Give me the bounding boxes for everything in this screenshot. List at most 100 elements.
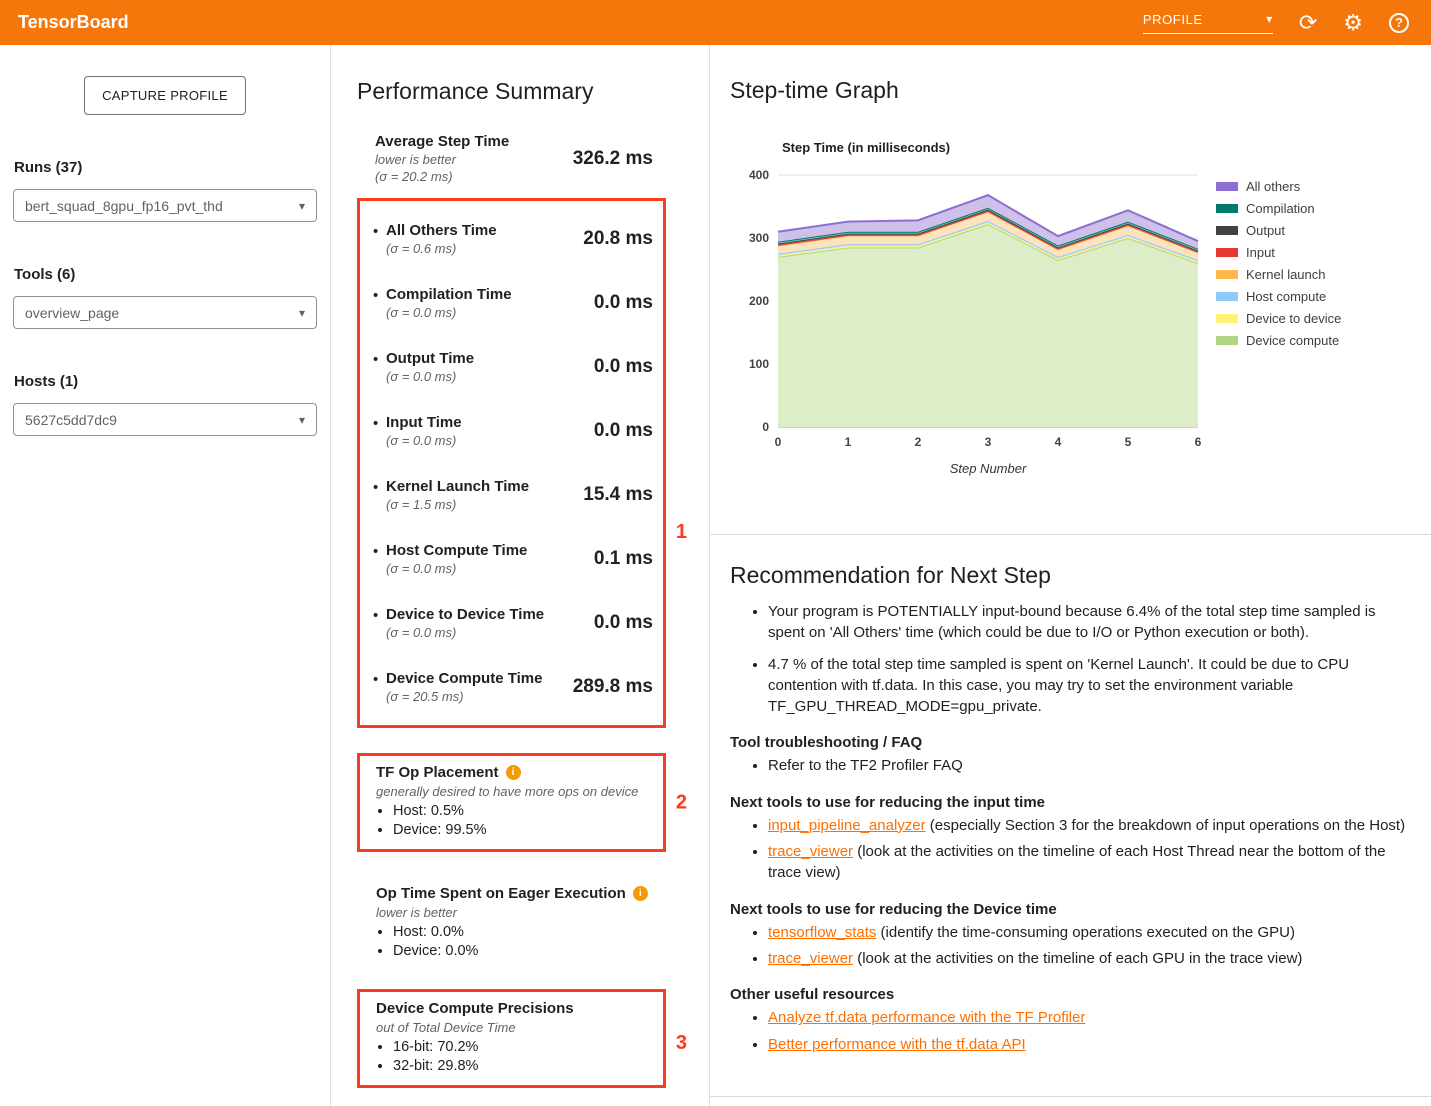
legend-label: Device compute xyxy=(1246,333,1339,348)
chevron-down-icon: ▾ xyxy=(299,199,305,213)
hosts-select-value: 5627c5dd7dc9 xyxy=(25,412,117,428)
section-item-text: (look at the activities on the timeline … xyxy=(768,843,1386,881)
tools-select-value: overview_page xyxy=(25,305,119,321)
legend-swatch-icon xyxy=(1216,182,1238,191)
metric-sigma: (σ = 0.0 ms) xyxy=(386,625,544,640)
legend-swatch-icon xyxy=(1216,204,1238,213)
recommendation-bullet: Your program is POTENTIALLY input-bound … xyxy=(768,601,1407,644)
metric-value: 0.0 ms xyxy=(594,292,653,314)
capture-profile-button[interactable]: CAPTURE PROFILE xyxy=(84,76,246,115)
metric-sigma: (σ = 0.6 ms) xyxy=(386,241,497,256)
recommendation-bullet: 4.7 % of the total step time sampled is … xyxy=(768,654,1407,718)
performance-summary-title: Performance Summary xyxy=(357,78,666,105)
annotation-number-1: 1 xyxy=(676,521,687,544)
tensorflow-stats-link[interactable]: tensorflow_stats xyxy=(768,924,876,941)
metric-value: 326.2 ms xyxy=(573,148,653,170)
hosts-select[interactable]: 5627c5dd7dc9 ▾ xyxy=(13,403,317,436)
svg-text:0: 0 xyxy=(762,420,769,434)
metric-row: All Others Time (σ = 0.6 ms) 20.8 ms xyxy=(386,207,653,271)
step-time-graph-card: Step-time Graph Step Time (in millisecon… xyxy=(710,45,1431,535)
legend-label: Compilation xyxy=(1246,201,1315,216)
device-precisions-title: Device Compute Precisions xyxy=(376,1000,574,1017)
metric-row: Input Time (σ = 0.0 ms) 0.0 ms xyxy=(386,399,653,463)
metric-sigma: (σ = 1.5 ms) xyxy=(386,497,529,512)
average-step-time-row: Average Step Time lower is better (σ = 2… xyxy=(357,133,666,184)
legend-swatch-icon xyxy=(1216,314,1238,323)
section-item: tensorflow_stats (identify the time-cons… xyxy=(768,922,1407,943)
metric-value: 0.0 ms xyxy=(594,356,653,378)
legend-swatch-icon xyxy=(1216,336,1238,345)
metric-row: Host Compute Time (σ = 0.0 ms) 0.1 ms xyxy=(386,527,653,591)
legend-label: Device to device xyxy=(1246,311,1341,326)
legend-item-host-compute: Host compute xyxy=(1216,289,1341,304)
eager-execution-block: Op Time Spent on Eager Execution i lower… xyxy=(357,885,666,959)
hosts-label: Hosts (1) xyxy=(14,373,316,390)
metric-sigma: (σ = 0.0 ms) xyxy=(386,369,474,384)
section-item-text: (especially Section 3 for the breakdown … xyxy=(926,817,1405,834)
runs-select[interactable]: bert_squad_8gpu_fp16_pvt_thd ▾ xyxy=(13,189,317,222)
info-icon[interactable]: i xyxy=(506,765,521,780)
performance-summary-panel: Performance Summary Average Step Time lo… xyxy=(331,45,710,1106)
tools-label: Tools (6) xyxy=(14,266,316,283)
eager-device: Device: 0.0% xyxy=(393,943,666,959)
metric-sigma: (σ = 0.0 ms) xyxy=(386,561,527,576)
eager-execution-note: lower is better xyxy=(376,905,666,920)
legend-item-device-compute: Device compute xyxy=(1216,333,1341,348)
metric-value: 289.8 ms xyxy=(573,676,653,698)
chevron-down-icon: ▾ xyxy=(1266,12,1273,26)
svg-text:0: 0 xyxy=(775,435,782,449)
sidebar: CAPTURE PROFILE Runs (37) bert_squad_8gp… xyxy=(0,45,331,1106)
section-item: trace_viewer (look at the activities on … xyxy=(768,841,1407,884)
legend-label: Host compute xyxy=(1246,289,1326,304)
runs-label: Runs (37) xyxy=(14,159,316,176)
metric-label: Average Step Time xyxy=(375,133,509,150)
tfdata-performance-link[interactable]: Analyze tf.data performance with the TF … xyxy=(768,1009,1085,1026)
tfdata-api-link[interactable]: Better performance with the tf.data API xyxy=(768,1036,1026,1053)
metric-value: 0.0 ms xyxy=(594,420,653,442)
legend-swatch-icon xyxy=(1216,292,1238,301)
refresh-icon[interactable]: ⟳ xyxy=(1299,12,1317,34)
settings-icon[interactable]: ⚙ xyxy=(1343,12,1363,34)
legend-label: All others xyxy=(1246,179,1300,194)
metric-value: 0.1 ms xyxy=(594,548,653,570)
svg-text:100: 100 xyxy=(749,357,769,371)
section-heading: Next tools to use for reducing the input… xyxy=(730,794,1407,811)
tf-op-placement-note: generally desired to have more ops on de… xyxy=(376,784,653,799)
legend-swatch-icon xyxy=(1216,270,1238,279)
recommendation-title: Recommendation for Next Step xyxy=(730,535,1407,589)
trace-viewer-link[interactable]: trace_viewer xyxy=(768,843,853,860)
metric-sigma: (σ = 0.0 ms) xyxy=(386,305,512,320)
legend-swatch-icon xyxy=(1216,248,1238,257)
trace-viewer-link[interactable]: trace_viewer xyxy=(768,950,853,967)
legend-item-device-to-device: Device to device xyxy=(1216,311,1341,326)
section-item-text: (identify the time-consuming operations … xyxy=(876,924,1295,941)
annotation-box-3: Device Compute Precisions out of Total D… xyxy=(357,989,666,1088)
info-icon[interactable]: i xyxy=(633,886,648,901)
section-heading: Other useful resources xyxy=(730,986,1407,1003)
help-icon[interactable]: ? xyxy=(1389,13,1409,33)
tools-select[interactable]: overview_page ▾ xyxy=(13,296,317,329)
metric-row: Compilation Time (σ = 0.0 ms) 0.0 ms xyxy=(386,271,653,335)
header-actions: PROFILE ▾ ⟳ ⚙ ? xyxy=(1143,12,1413,34)
svg-text:400: 400 xyxy=(749,168,769,182)
section-item: input_pipeline_analyzer (especially Sect… xyxy=(768,815,1407,836)
annotation-box-2: TF Op Placement i generally desired to h… xyxy=(357,753,666,852)
step-time-graph-title: Step-time Graph xyxy=(730,45,1431,104)
metric-label: Device Compute Time xyxy=(386,670,542,687)
section-item-text: (look at the activities on the timeline … xyxy=(853,950,1302,967)
section-item: Refer to the TF2 Profiler FAQ xyxy=(768,755,1407,776)
input-pipeline-analyzer-link[interactable]: input_pipeline_analyzer xyxy=(768,817,926,834)
legend-label: Output xyxy=(1246,223,1285,238)
metric-row: Device to Device Time (σ = 0.0 ms) 0.0 m… xyxy=(386,591,653,655)
step-time-chart: 01002003004000123456Step Number xyxy=(732,161,1202,481)
metric-value: 0.0 ms xyxy=(594,612,653,634)
annotation-number-3: 3 xyxy=(676,1032,687,1055)
legend-item-output: Output xyxy=(1216,223,1341,238)
svg-text:4: 4 xyxy=(1055,435,1062,449)
precision-32bit: 32-bit: 29.8% xyxy=(393,1058,653,1074)
section-item: trace_viewer (look at the activities on … xyxy=(768,948,1407,969)
recommendation-card: Recommendation for Next Step Your progra… xyxy=(710,535,1431,1097)
svg-text:2: 2 xyxy=(915,435,922,449)
device-precisions-note: out of Total Device Time xyxy=(376,1020,653,1035)
dashboard-select[interactable]: PROFILE ▾ xyxy=(1143,12,1273,34)
